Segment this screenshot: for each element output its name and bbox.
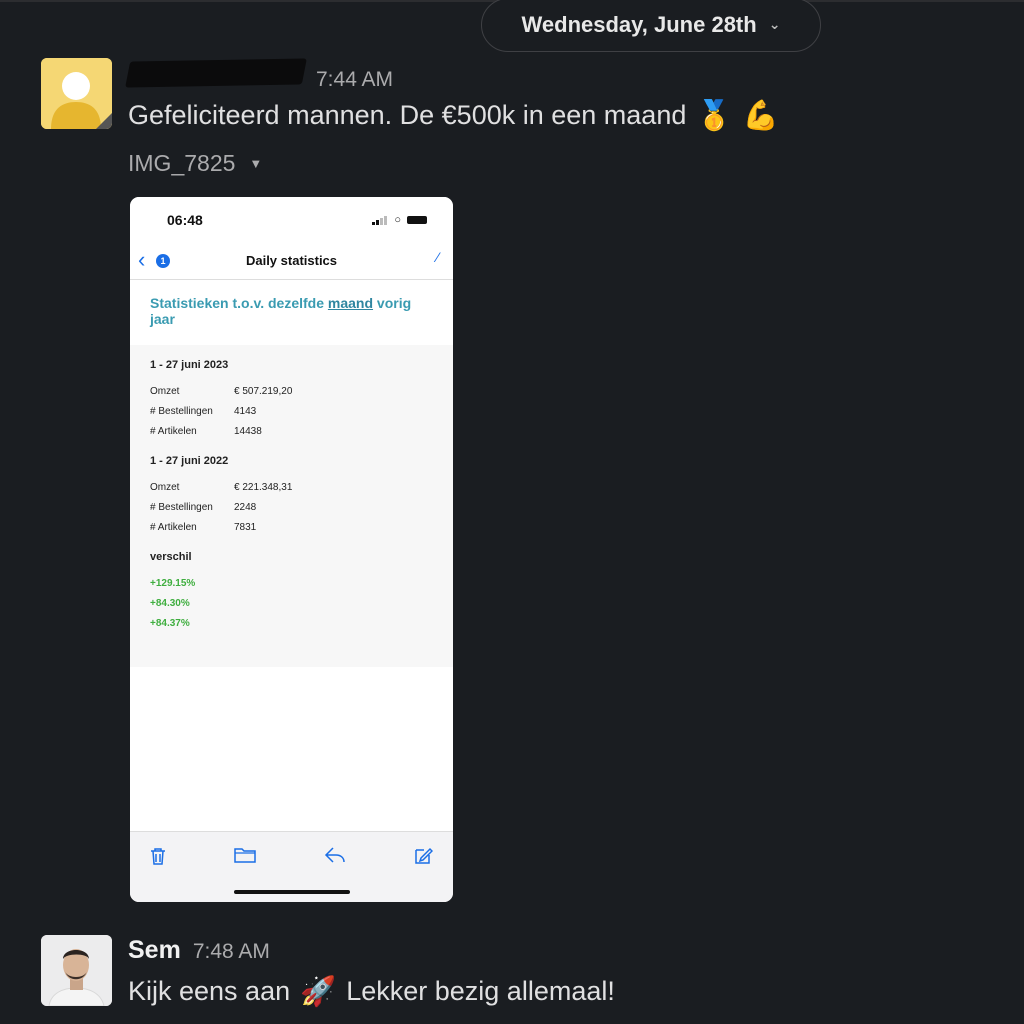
stat-value: 7831	[234, 521, 257, 533]
stat-row: # Bestellingen 4143	[150, 401, 433, 421]
message-header: Sem 7:48 AM	[128, 936, 270, 965]
phone-status-bar: 06:48 ○	[130, 197, 453, 243]
stat-label: # Artikelen	[150, 425, 197, 437]
stat-label: # Bestellingen	[150, 501, 213, 513]
stat-label: Omzet	[150, 481, 180, 493]
blank-area	[130, 667, 453, 832]
signal-icon	[372, 215, 388, 225]
diff-value: +84.37%	[150, 617, 190, 629]
image-attachment[interactable]: 06:48 ○ ‹ 1 Daily statistics ⁄ Statistie…	[130, 197, 453, 902]
diff-value: +129.15%	[150, 577, 196, 589]
stat-value: € 221.348,31	[234, 481, 293, 493]
phone-toolbar	[130, 831, 453, 902]
caret-down-icon[interactable]: ▼	[249, 156, 262, 171]
message-body: Gefeliciteerd mannen. De €500k in een ma…	[128, 100, 687, 130]
stat-row: # Artikelen 7831	[150, 517, 433, 537]
headline-link: maand	[327, 295, 374, 311]
stats-headline: Statistieken t.o.v. dezelfde maand vorig…	[130, 280, 453, 345]
redacted-sender-name	[125, 58, 307, 88]
stat-value: € 507.219,20	[234, 385, 293, 397]
period-label: 1 - 27 juni 2022	[150, 455, 229, 467]
message-text: Kijk eens aan 🚀 Lekker bezig allemaal!	[128, 974, 615, 1009]
diff-value: +84.30%	[150, 597, 190, 609]
folder-icon	[234, 846, 256, 869]
date-divider-button[interactable]: Wednesday, June 28th ⌄	[481, 0, 821, 52]
rocket-emoji-icon: 🚀	[300, 974, 337, 1008]
stat-row: # Bestellingen 2248	[150, 497, 433, 517]
stat-value: 2248	[234, 501, 257, 513]
flexed-biceps-emoji-icon: 💪	[742, 98, 779, 132]
battery-icon	[407, 216, 427, 224]
message-body: Kijk eens aan	[128, 976, 291, 1006]
attachment-header[interactable]: IMG_7825 ▼	[128, 150, 262, 177]
profile-photo	[41, 935, 112, 1006]
user-placeholder-icon	[41, 58, 112, 129]
stat-label: Omzet	[150, 385, 180, 397]
wifi-icon: ○	[394, 214, 401, 226]
stat-label: # Bestellingen	[150, 405, 213, 417]
message-header: 7:44 AM	[125, 58, 393, 92]
message-body-end: Lekker bezig allemaal!	[346, 976, 615, 1006]
phone-nav-title: Daily statistics	[245, 253, 338, 268]
chevron-down-icon: ⌄	[768, 15, 781, 32]
period-label: 1 - 27 juni 2023	[150, 359, 229, 371]
stats-body: 1 - 27 juni 2023 Omzet € 507.219,20 # Bes…	[130, 345, 453, 651]
stat-value: 14438	[234, 425, 262, 437]
phone-nav-bar: ‹ 1 Daily statistics ⁄	[130, 243, 453, 280]
trash-icon	[149, 846, 167, 871]
edit-icon: ⁄	[436, 249, 439, 265]
message-timestamp[interactable]: 7:48 AM	[193, 940, 270, 964]
compose-icon	[413, 846, 434, 871]
stat-label: # Artikelen	[150, 521, 197, 533]
message-text: Gefeliciteerd mannen. De €500k in een ma…	[128, 98, 779, 133]
diff-label: verschil	[150, 551, 192, 563]
avatar[interactable]	[41, 58, 112, 129]
reply-icon	[324, 846, 346, 869]
stat-value: 4143	[234, 405, 257, 417]
date-label: Wednesday, June 28th	[521, 12, 757, 37]
headline-text: Statistieken t.o.v. dezelfde	[150, 295, 328, 311]
attachment-name: IMG_7825	[128, 150, 236, 176]
stat-row: Omzet € 507.219,20	[150, 381, 433, 401]
sender-name[interactable]: Sem	[128, 936, 181, 965]
message-timestamp[interactable]: 7:44 AM	[316, 68, 393, 92]
stat-row: Omzet € 221.348,31	[150, 477, 433, 497]
medal-emoji-icon: 🥇	[696, 98, 733, 132]
stat-row: # Artikelen 14438	[150, 421, 433, 441]
avatar[interactable]	[41, 935, 112, 1006]
phone-clock: 06:48	[167, 212, 203, 228]
status-icons: ○	[372, 214, 427, 226]
home-indicator	[234, 890, 350, 894]
